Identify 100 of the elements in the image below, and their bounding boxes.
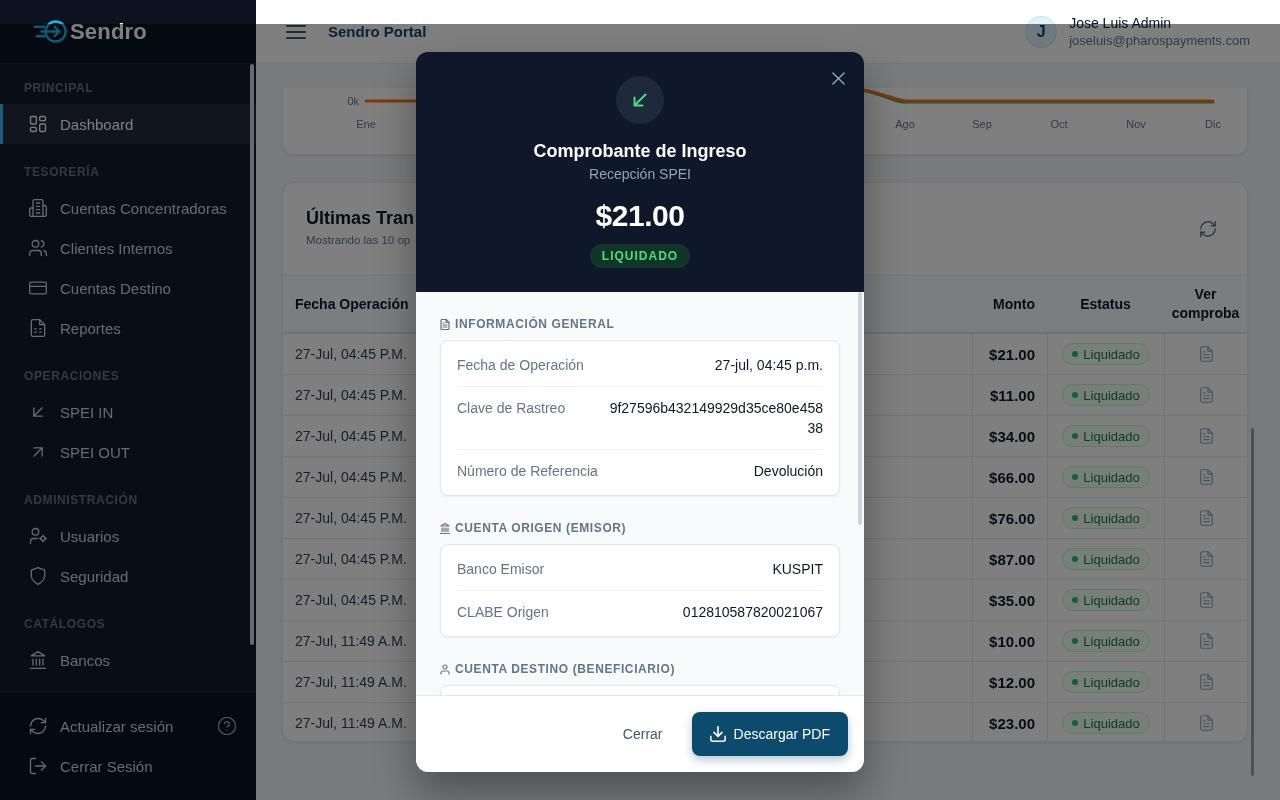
card-title: Últimas Tran [306, 206, 415, 230]
status-text: Liquidado [1083, 715, 1140, 731]
document-icon[interactable] [1199, 469, 1213, 485]
nav-item[interactable]: Cuentas Concentradoras [0, 188, 256, 228]
axis-label: Dic [1205, 118, 1221, 130]
date-text: 27-Jul, 04:45 P.M. [295, 346, 407, 362]
table-cell: $12.00 [972, 662, 1047, 702]
date-text: 27-Jul, 04:45 P.M. [295, 469, 407, 485]
scrollbar[interactable] [858, 292, 862, 525]
nav-item[interactable]: SPEI OUT [0, 432, 256, 472]
date-text: 27-Jul, 04:45 P.M. [295, 592, 407, 608]
logo-text: Sendro [70, 18, 147, 45]
document-icon[interactable] [1199, 633, 1213, 649]
nav-item[interactable]: Reportes [0, 308, 256, 348]
nav-item[interactable]: Clientes Internos [0, 228, 256, 268]
status-dot-icon [1072, 433, 1079, 439]
status-text: Liquidado [1083, 387, 1140, 403]
menu-icon[interactable] [286, 23, 306, 40]
field-label: Banco Emisor [457, 560, 545, 579]
scrollbar[interactable] [250, 64, 254, 645]
document-icon[interactable] [1199, 428, 1213, 444]
logout-icon [28, 756, 48, 776]
status-dot-icon [1072, 392, 1079, 398]
table-cell: $34.00 [972, 416, 1047, 456]
logo-icon [33, 19, 67, 44]
status-dot-icon [1072, 638, 1079, 644]
status-dot-icon [1072, 720, 1079, 726]
grid-icon [28, 114, 48, 134]
bank-icon [28, 650, 48, 670]
table-cell: $23.00 [972, 703, 1047, 741]
status-dot-icon [1072, 515, 1079, 521]
user-icon [440, 663, 450, 675]
axis-label: Nov [1126, 118, 1146, 130]
status-text: Liquidado [1083, 428, 1140, 444]
axis-label: Oct [1050, 118, 1068, 130]
status-badge: LIQUIDADO [589, 244, 691, 268]
document-icon[interactable] [1199, 674, 1213, 690]
nav-item[interactable]: Usuarios [0, 516, 256, 556]
scrollbar[interactable] [1251, 428, 1254, 776]
document-icon[interactable] [1199, 592, 1213, 608]
help-icon[interactable] [218, 717, 236, 735]
table-cell: $76.00 [972, 498, 1047, 538]
axis-label: 0k [347, 95, 359, 107]
field-value: Devolución [753, 462, 823, 481]
date-text: 27-Jul, 11:49 A.M. [295, 633, 407, 649]
status-text: Liquidado [1083, 551, 1140, 567]
status-dot-icon [1072, 679, 1079, 685]
card-subtitle: Mostrando las 10 op [306, 233, 411, 248]
field-label: Clave de Rastreo [457, 399, 566, 418]
status-dot-icon [1072, 474, 1079, 480]
close-icon [831, 71, 845, 85]
nav-item[interactable]: Cuentas Destino [0, 268, 256, 308]
status-text: Liquidado [1083, 469, 1140, 485]
table-cell: $87.00 [972, 539, 1047, 579]
building-icon [28, 198, 48, 218]
document-icon [440, 318, 450, 330]
field-label: Número de Referencia [457, 462, 598, 481]
status-text: Liquidado [1083, 592, 1140, 608]
nav-item[interactable]: Seguridad [0, 556, 256, 596]
document-icon[interactable] [1199, 387, 1213, 403]
status-dot-icon [1072, 351, 1079, 357]
field-value: 012810587820021067 [682, 603, 823, 622]
date-text: 27-Jul, 11:49 A.M. [295, 674, 407, 690]
user-email: joseluis@pharospayments.com [1069, 31, 1250, 50]
nav-item[interactable]: SPEI IN [0, 392, 256, 432]
status-text: Liquidado [1083, 510, 1140, 526]
status-dot-icon [1072, 556, 1079, 562]
nav-item[interactable]: Actualizar sesión [0, 706, 218, 746]
column-header: Ver comproba [1170, 285, 1241, 323]
date-text: 27-Jul, 04:45 P.M. [295, 387, 407, 403]
nav-item[interactable]: Cerrar Sesión [0, 746, 236, 786]
section-title: CUENTA ORIGEN (EMISOR) [455, 521, 627, 535]
date-text: 27-Jul, 11:49 A.M. [295, 715, 407, 731]
avatar[interactable]: J [1025, 15, 1058, 48]
status-text: Liquidado [1083, 674, 1140, 690]
table-cell: $66.00 [972, 457, 1047, 497]
table-cell: $11.00 [972, 375, 1047, 415]
status-text: Liquidado [1083, 346, 1140, 362]
field-label: Fecha de Operación [457, 356, 584, 375]
document-icon[interactable] [1199, 715, 1213, 731]
refresh-icon[interactable] [1200, 221, 1216, 237]
axis-label: Ago [895, 118, 915, 130]
download-button[interactable]: Descargar PDF [691, 712, 848, 756]
column-header: Monto [993, 294, 1035, 314]
document-icon[interactable] [1199, 551, 1213, 567]
field-value: 27-jul, 04:45 p.m. [714, 356, 823, 375]
download-icon [709, 726, 726, 742]
dialog-subtitle: Recepción SPEI [589, 165, 691, 184]
document-icon[interactable] [1199, 510, 1213, 526]
document-icon[interactable] [1199, 346, 1213, 362]
status-text: Liquidado [1083, 633, 1140, 649]
portal-title: Sendro Portal [328, 23, 427, 40]
column-header: Fecha Operación [295, 294, 409, 314]
shield-icon [28, 566, 48, 586]
nav-item[interactable]: Bancos [0, 640, 256, 680]
date-text: 27-Jul, 04:45 P.M. [295, 510, 407, 526]
secondary-button[interactable]: Cerrar [606, 716, 679, 752]
table-cell: $35.00 [972, 580, 1047, 620]
section-title: INFORMACIÓN GENERAL [455, 317, 615, 331]
users-icon [28, 238, 48, 258]
